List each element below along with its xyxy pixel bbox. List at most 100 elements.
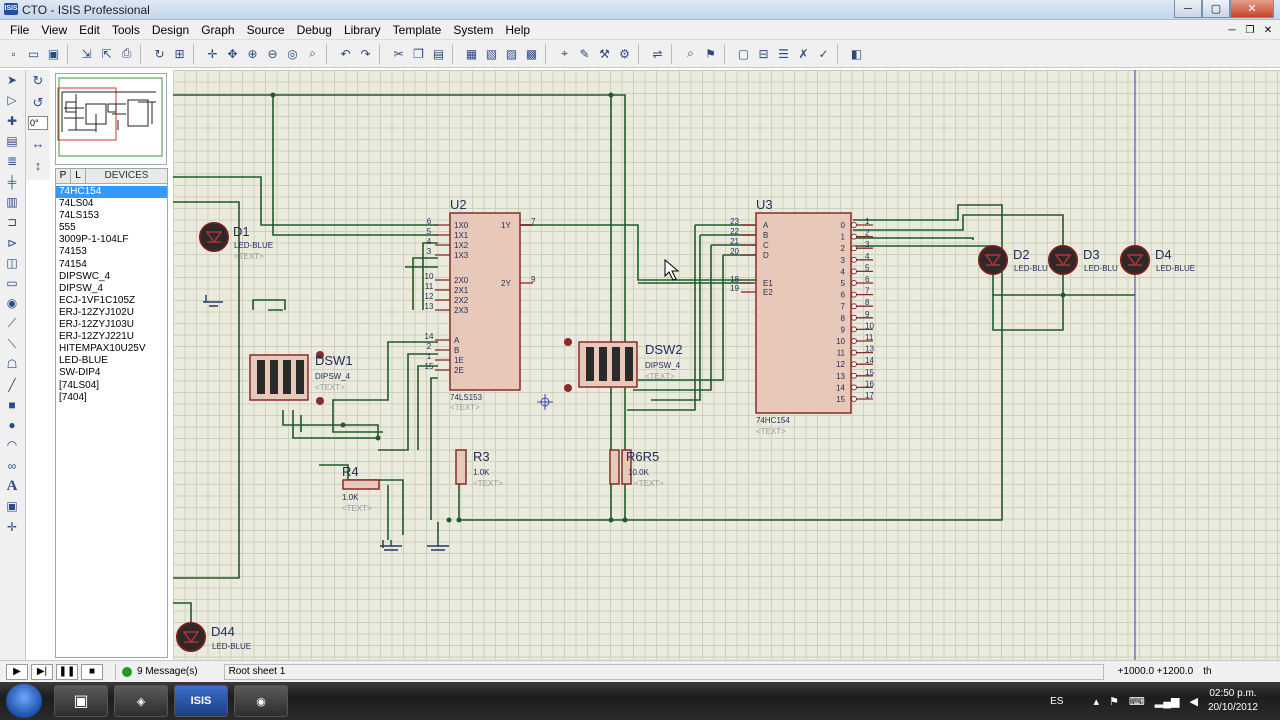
tape-recorder-icon[interactable]: ▭ <box>0 273 24 293</box>
step-button[interactable]: ▶| <box>31 663 53 680</box>
led-d1[interactable]: D1 LED-BLUE <TEXT> <box>199 222 273 261</box>
save-icon[interactable]: ▣ <box>44 44 63 63</box>
menu-library[interactable]: Library <box>338 23 387 37</box>
device-list-item[interactable]: LED-BLUE <box>56 355 167 367</box>
play-button[interactable]: ▶ <box>6 663 28 680</box>
menu-edit[interactable]: Edit <box>73 23 106 37</box>
menu-graph[interactable]: Graph <box>195 23 240 37</box>
rotation-angle-input[interactable]: 0° <box>28 116 48 130</box>
export-icon[interactable]: ⇱ <box>97 44 116 63</box>
component-mode-icon[interactable]: ▷ <box>0 90 24 110</box>
device-list-item[interactable]: 74HC154 <box>56 186 167 199</box>
remove-sheet-icon[interactable]: ⊟ <box>754 44 773 63</box>
device-list-item[interactable]: [7404] <box>56 392 167 404</box>
text-icon[interactable]: A <box>0 476 24 496</box>
device-list-item[interactable]: DIPSWC_4 <box>56 271 167 283</box>
marker-icon[interactable]: ✛ <box>0 517 24 537</box>
taskbar-isis[interactable]: ISIS <box>174 685 228 717</box>
terminals-icon[interactable]: ⊐ <box>0 212 24 232</box>
zoom-all-icon[interactable]: ◎ <box>283 44 302 63</box>
flag-icon[interactable]: ⚑ <box>1109 695 1119 708</box>
property-tool-icon[interactable]: ⚑ <box>701 44 720 63</box>
device-list-item[interactable]: SW-DIP4 <box>56 367 167 379</box>
device-list-item[interactable]: 555 <box>56 222 167 234</box>
print-icon[interactable]: ⎙ <box>117 44 136 63</box>
maximize-button[interactable]: ▢ <box>1202 0 1230 18</box>
block-rotate-icon[interactable]: ▨ <box>502 44 521 63</box>
search-icon[interactable]: ⌕ <box>681 44 700 63</box>
decompose-icon[interactable]: ⚙ <box>615 44 634 63</box>
r3-resistor[interactable]: R3 1.0K <TEXT> <box>455 449 503 488</box>
show-hidden-icons-icon[interactable]: ▴ <box>1093 695 1099 708</box>
copy-icon[interactable]: ❐ <box>409 44 428 63</box>
device-list-item[interactable]: ERJ-12ZYJ102U <box>56 307 167 319</box>
doc-restore-icon[interactable]: ❐ <box>1242 22 1258 38</box>
menu-view[interactable]: View <box>35 23 73 37</box>
rotate-clockwise-icon[interactable]: ↻ <box>26 70 50 92</box>
taskbar-app-2[interactable]: ◈ <box>114 685 168 717</box>
device-list-item[interactable]: 3009P-1-104LF <box>56 234 167 246</box>
undo-icon[interactable]: ↶ <box>336 44 355 63</box>
menu-design[interactable]: Design <box>146 23 195 37</box>
device-list-item[interactable]: 74154 <box>56 259 167 271</box>
block-copy-icon[interactable]: ▦ <box>462 44 481 63</box>
pick-devices-button[interactable]: P <box>56 169 71 183</box>
ares-icon[interactable]: ◧ <box>847 44 866 63</box>
generator-icon[interactable]: ◉ <box>0 293 24 313</box>
virtual-instruments-icon[interactable]: ☖ <box>0 354 24 374</box>
taskbar-explorer[interactable]: ▣ <box>54 685 108 717</box>
device-icon[interactable]: ⌨ <box>1129 695 1145 708</box>
paste-icon[interactable]: ▤ <box>429 44 448 63</box>
volume-icon[interactable]: ◀ <box>1189 695 1197 708</box>
voltage-probe-icon[interactable]: ⟋ <box>0 314 24 334</box>
minimize-button[interactable]: ─ <box>1174 0 1202 18</box>
led-d2[interactable]: D2 LED-BLU <box>978 245 1048 275</box>
menu-system[interactable]: System <box>447 23 499 37</box>
device-list-item[interactable]: HITEMPAX10U25V <box>56 343 167 355</box>
network-icon[interactable]: ▂▄▆ <box>1155 695 1180 708</box>
netlist-icon[interactable]: ✗ <box>794 44 813 63</box>
menu-file[interactable]: File <box>4 23 35 37</box>
path-icon[interactable]: ∞ <box>0 456 24 476</box>
redo-icon[interactable]: ↷ <box>356 44 375 63</box>
graph-mode-icon[interactable]: ◫ <box>0 253 24 273</box>
block-move-icon[interactable]: ▧ <box>482 44 501 63</box>
taskbar-ares[interactable]: ◉ <box>234 685 288 717</box>
device-list-item[interactable]: 74153 <box>56 246 167 258</box>
stop-button[interactable]: ■ <box>81 663 103 680</box>
electrical-check-icon[interactable]: ✓ <box>814 44 833 63</box>
device-list-item[interactable]: ERJ-12ZYJ221U <box>56 331 167 343</box>
current-probe-icon[interactable]: ⟍ <box>0 334 24 354</box>
r4-resistor[interactable]: R4 1.0K <TEXT> <box>342 464 380 513</box>
block-delete-icon[interactable]: ▩ <box>522 44 541 63</box>
bom-icon[interactable]: ☰ <box>774 44 793 63</box>
zoom-in-icon[interactable]: ⊕ <box>243 44 262 63</box>
wire-autorouter-icon[interactable]: ⇌ <box>648 44 667 63</box>
menu-source[interactable]: Source <box>241 23 291 37</box>
device-list-item[interactable]: ERJ-12ZYJ103U <box>56 319 167 331</box>
pan-icon[interactable]: ✥ <box>223 44 242 63</box>
line-icon[interactable]: ╱ <box>0 374 24 394</box>
circle-icon[interactable]: ● <box>0 415 24 435</box>
library-manager-button[interactable]: L <box>71 169 86 183</box>
make-device-icon[interactable]: ✎ <box>575 44 594 63</box>
device-list-item[interactable]: 74LS04 <box>56 198 167 210</box>
zoom-area-icon[interactable]: ⌕ <box>303 44 322 63</box>
led-d3[interactable]: D3 LED-BLU <box>1048 245 1118 275</box>
open-icon[interactable]: ▭ <box>24 44 43 63</box>
device-pins-icon[interactable]: ⊳ <box>0 232 24 252</box>
cut-icon[interactable]: ✂ <box>389 44 408 63</box>
wire-label-icon[interactable]: ▤ <box>0 131 24 151</box>
pause-button[interactable]: ❚❚ <box>56 663 78 680</box>
new-icon[interactable]: ▫ <box>4 44 23 63</box>
menu-template[interactable]: Template <box>387 23 448 37</box>
mirror-vertical-icon[interactable]: ↕ <box>26 154 50 176</box>
refresh-icon[interactable]: ↻ <box>150 44 169 63</box>
import-icon[interactable]: ⇲ <box>77 44 96 63</box>
package-icon[interactable]: ⚒ <box>595 44 614 63</box>
u2-74ls153-chip[interactable]: U2 74LS153 <TEXT> 6 1X0 5 1X1 4 1X2 3 1X3 10 2X0 1… <box>425 197 536 412</box>
u3-74hc154-chip[interactable]: U3 74HC154 <TEXT> 23 A22 B21 C20 D18 E119 E20 1… <box>730 197 874 436</box>
messages-indicator[interactable]: 9 Message(s) <box>115 663 198 680</box>
doc-close-icon[interactable]: ✕ <box>1260 22 1276 38</box>
symbol-icon[interactable]: ▣ <box>0 496 24 516</box>
